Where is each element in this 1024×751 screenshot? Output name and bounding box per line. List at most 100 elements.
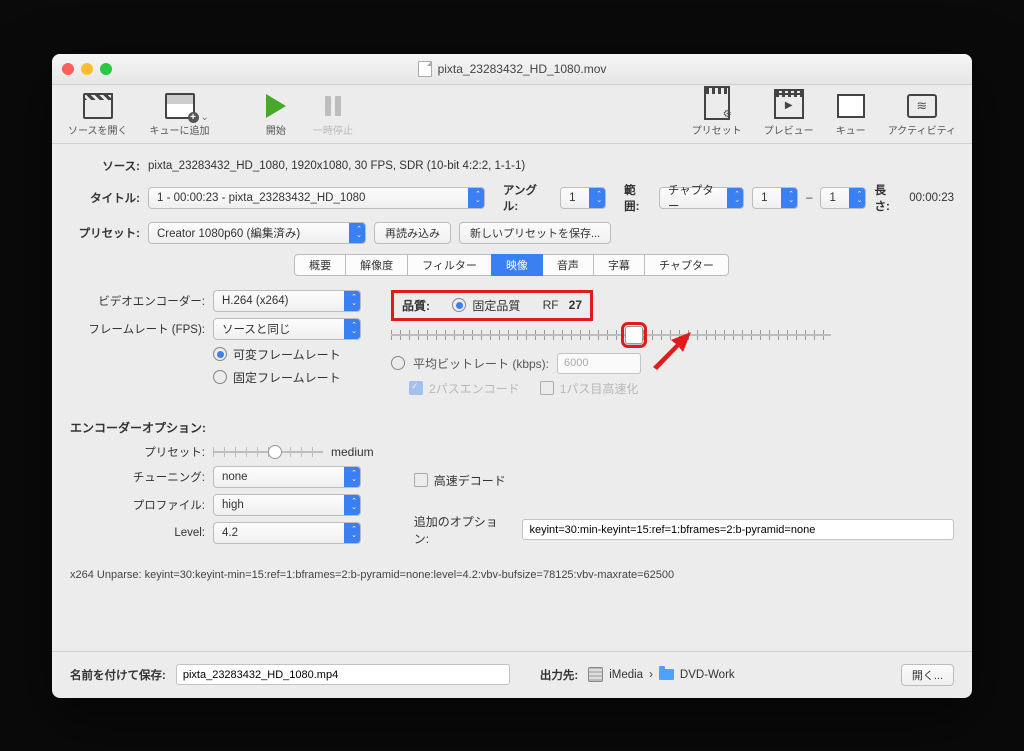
angle-label: アングル: <box>503 182 552 214</box>
preset-value: Creator 1080p60 (編集済み) <box>157 225 300 241</box>
open-source-button[interactable]: ソースを開く <box>68 93 128 137</box>
preset-select[interactable]: Creator 1080p60 (編集済み) <box>148 222 366 244</box>
avg-bitrate-radio[interactable] <box>391 356 405 370</box>
level-select[interactable]: 4.2 <box>213 522 361 544</box>
duration-value: 00:00:23 <box>909 192 954 204</box>
window-title-text: pixta_23283432_HD_1080.mov <box>438 62 607 76</box>
tune-label: チューニング: <box>70 469 205 485</box>
presets-button[interactable]: プリセット <box>692 93 742 137</box>
turbo-check <box>540 381 554 395</box>
window-title: pixta_23283432_HD_1080.mov <box>52 61 972 77</box>
preview-button[interactable]: プレビュー <box>764 93 814 137</box>
range-from-select[interactable]: 1 <box>752 187 798 209</box>
fps-label: フレームレート (FPS): <box>70 321 205 337</box>
path-1: iMedia <box>609 669 643 681</box>
profile-label: プロファイル: <box>70 497 205 513</box>
activity-icon <box>907 94 937 118</box>
tab-subtitles[interactable]: 字幕 <box>593 254 645 276</box>
range-label: 範囲: <box>624 182 651 214</box>
fps-value: ソースと同じ <box>222 321 290 337</box>
enc-section-label: エンコーダーオプション: <box>70 419 954 436</box>
bitrate-input[interactable] <box>557 353 641 374</box>
add-queue-button[interactable]: キューに追加 ⌄ <box>150 93 209 137</box>
pause-label: 一時停止 <box>313 122 353 137</box>
enc-preset-value: medium <box>331 445 374 459</box>
source-value: pixta_23283432_HD_1080, 1920x1080, 30 FP… <box>148 160 525 172</box>
app-window: pixta_23283432_HD_1080.mov ソースを開く キューに追加… <box>52 54 972 698</box>
tune-select[interactable]: none <box>213 466 361 488</box>
twopass-label: 2パスエンコード <box>429 380 520 397</box>
constant-quality-radio[interactable] <box>452 298 466 312</box>
preview-label: プレビュー <box>764 122 814 137</box>
vfr-label: 可変フレームレート <box>233 346 341 363</box>
angle-select[interactable]: 1 <box>560 187 606 209</box>
queue-label: キュー <box>836 122 866 137</box>
preset-icon <box>704 92 730 120</box>
fastdecode-check[interactable] <box>414 473 428 487</box>
quality-slider[interactable] <box>391 327 831 343</box>
slider-thumb[interactable] <box>625 326 643 344</box>
range-to: 1 <box>829 192 835 204</box>
start-button[interactable]: 開始 <box>261 93 291 137</box>
play-icon <box>266 94 286 118</box>
profile-select[interactable]: high <box>213 494 361 516</box>
disk-icon <box>588 667 603 682</box>
stack-icon <box>837 94 865 118</box>
rf-label: RF <box>543 298 559 312</box>
abr-label: 平均ビットレート (kbps): <box>413 355 549 372</box>
browse-button[interactable]: 開く... <box>901 664 954 686</box>
range-type-select[interactable]: チャプター <box>659 187 744 209</box>
breadcrumb[interactable]: iMedia › DVD-Work <box>588 667 734 682</box>
range-sep: – <box>806 192 812 204</box>
encoder-select[interactable]: H.264 (x264) <box>213 290 361 312</box>
clapper-icon <box>83 93 113 119</box>
add-queue-label: キューに追加 <box>150 122 210 137</box>
saveas-label: 名前を付けて保存: <box>70 667 166 683</box>
start-label: 開始 <box>266 122 286 137</box>
range-from: 1 <box>761 192 767 204</box>
level-label: Level: <box>70 527 205 539</box>
presets-label: プリセット <box>692 122 742 137</box>
queue-add-icon <box>165 93 195 119</box>
tab-summary[interactable]: 概要 <box>294 254 346 276</box>
activity-button[interactable]: アクティビティ <box>888 93 956 137</box>
duration-label: 長さ: <box>874 182 901 214</box>
profile-value: high <box>222 499 244 511</box>
chevron-down-icon[interactable]: ⌄ <box>201 112 209 123</box>
tab-video[interactable]: 映像 <box>491 254 543 276</box>
level-value: 4.2 <box>222 527 238 539</box>
document-icon <box>418 61 432 77</box>
open-source-label: ソースを開く <box>68 122 128 137</box>
range-to-select[interactable]: 1 <box>820 187 866 209</box>
title-select[interactable]: 1 - 00:00:23 - pixta_23283432_HD_1080 <box>148 187 485 209</box>
queue-button[interactable]: キュー <box>836 93 866 137</box>
reload-button[interactable]: 再読み込み <box>374 222 451 244</box>
encoder-options: エンコーダーオプション: プリセット: medium チューニング: none … <box>70 419 954 581</box>
enc-preset-label: プリセット: <box>70 444 205 460</box>
tab-dimensions[interactable]: 解像度 <box>345 254 408 276</box>
saveas-input[interactable] <box>176 664 510 685</box>
title-value: 1 - 00:00:23 - pixta_23283432_HD_1080 <box>157 192 365 204</box>
folder-icon <box>659 669 674 680</box>
cfr-radio[interactable] <box>213 370 227 384</box>
tab-filters[interactable]: フィルター <box>407 254 492 276</box>
source-label: ソース: <box>70 158 140 174</box>
encoder-label: ビデオエンコーダー: <box>70 293 205 309</box>
quality-highlight: 品質: 固定品質 RF 27 <box>391 290 593 321</box>
quality-label: 品質: <box>402 297 430 314</box>
enc-preset-slider[interactable] <box>213 445 323 459</box>
save-preset-button[interactable]: 新しいプリセットを保存... <box>459 222 611 244</box>
tab-audio[interactable]: 音声 <box>542 254 594 276</box>
activity-label: アクティビティ <box>888 122 956 137</box>
path-2: DVD-Work <box>680 669 735 681</box>
angle-value: 1 <box>569 192 575 204</box>
toolbar: ソースを開く キューに追加 ⌄ 開始 一時停止 プリセット <box>52 85 972 144</box>
vfr-radio[interactable] <box>213 347 227 361</box>
tab-chapters[interactable]: チャプター <box>644 254 729 276</box>
cfr-label: 固定フレームレート <box>233 369 341 386</box>
extra-options-input[interactable] <box>522 519 954 540</box>
fps-select[interactable]: ソースと同じ <box>213 318 361 340</box>
pause-button: 一時停止 <box>313 93 353 137</box>
extra-label: 追加のオプション: <box>414 513 513 547</box>
preset-label: プリセット: <box>70 225 140 241</box>
